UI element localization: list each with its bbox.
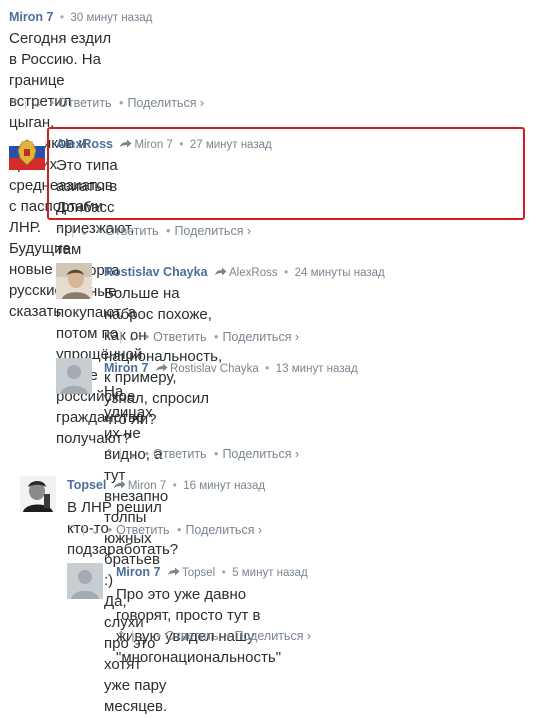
bullet: •	[166, 224, 171, 238]
downvote-icon[interactable]: ⌄	[90, 522, 100, 538]
separator: •	[265, 363, 270, 375]
upvote-icon[interactable]: ⌃	[104, 446, 114, 462]
share-button[interactable]: Поделиться ›	[185, 523, 262, 537]
vote-divider: |	[82, 523, 86, 537]
comment-header: Rostislav Chayka AlexRoss • 24 минуты на…	[104, 264, 385, 281]
reply-button[interactable]: Ответить	[153, 330, 206, 344]
upvote-icon[interactable]: ⌃	[104, 329, 114, 345]
reply-button[interactable]: Ответить	[105, 224, 158, 238]
reply-arrow-icon	[215, 267, 227, 276]
bullet: •	[177, 523, 182, 537]
comment-header: Topsel Miron 7 • 16 минут назад	[67, 477, 265, 494]
author-name[interactable]: Topsel	[67, 478, 106, 492]
default-avatar-icon	[67, 563, 103, 599]
separator: •	[59, 12, 64, 24]
timestamp[interactable]: 24 минуты назад	[295, 267, 385, 279]
separator: •	[221, 567, 226, 579]
downvote-icon[interactable]: ⌄	[32, 95, 42, 111]
bullet: •	[214, 330, 219, 344]
user-photo-icon	[20, 476, 56, 512]
coat-of-arms-icon	[9, 134, 45, 170]
reply-button[interactable]: Ответить	[116, 523, 169, 537]
downvote-icon[interactable]: ⌄	[139, 628, 149, 644]
separator: •	[172, 480, 177, 492]
upvote-icon[interactable]: ⌃	[9, 95, 19, 111]
avatar[interactable]	[67, 563, 103, 599]
default-avatar-icon	[56, 358, 92, 394]
upvote-icon[interactable]: ⌃	[56, 223, 66, 239]
author-name[interactable]: Rostislav Chayka	[104, 265, 208, 279]
reply-to-name[interactable]: Rostislav Chayka	[170, 363, 259, 375]
comment-header: Miron 7 Topsel • 5 минут назад	[116, 564, 308, 581]
timestamp[interactable]: 30 минут назад	[70, 12, 152, 24]
bullet: •	[107, 523, 113, 537]
reply-to-name[interactable]: AlexRoss	[229, 267, 278, 279]
timestamp[interactable]: 16 минут назад	[183, 480, 265, 492]
bullet: •	[144, 447, 150, 461]
vote-divider: |	[131, 629, 135, 643]
comment-header: Miron 7 Rostislav Chayka • 13 минут наза…	[104, 360, 358, 377]
reply-button[interactable]: Ответить	[58, 96, 111, 110]
avatar[interactable]	[20, 476, 56, 512]
comment-footer: ⌃ | ⌄ • Ответить • Поделиться ›	[9, 95, 204, 111]
bullet: •	[119, 96, 124, 110]
comment-body: Про это уже давно говорят, просто тут в …	[116, 584, 281, 668]
timestamp[interactable]: 5 минут назад	[232, 567, 307, 579]
comment-footer: ⌃ | ⌄ • Ответить • Поделиться ›	[104, 446, 299, 462]
vote-divider: |	[71, 224, 75, 238]
avatar[interactable]	[56, 358, 92, 394]
downvote-icon[interactable]: ⌄	[127, 329, 137, 345]
upvote-icon[interactable]: ⌃	[116, 628, 126, 644]
upvote-icon[interactable]: ⌃	[67, 522, 77, 538]
bullet: •	[214, 447, 219, 461]
vote-divider: |	[24, 96, 28, 110]
avatar[interactable]	[9, 134, 45, 170]
bullet: •	[144, 330, 150, 344]
vote-divider: |	[119, 330, 123, 344]
reply-button[interactable]: Ответить	[153, 447, 206, 461]
author-name[interactable]: Miron 7	[104, 361, 148, 375]
author-name[interactable]: Miron 7	[9, 10, 53, 24]
reply-arrow-icon	[167, 567, 180, 576]
bullet: •	[96, 224, 102, 238]
comment-line: "многонациональность"	[116, 649, 282, 666]
user-photo-icon	[56, 263, 92, 299]
author-name[interactable]: Miron 7	[116, 565, 160, 579]
downvote-icon[interactable]: ⌄	[127, 446, 137, 462]
downvote-icon[interactable]: ⌄	[79, 223, 89, 239]
reply-button[interactable]: Ответить	[165, 629, 218, 643]
share-button[interactable]: Поделиться ›	[234, 629, 311, 643]
bullet: •	[156, 629, 162, 643]
highlight-box	[47, 127, 525, 220]
share-button[interactable]: Поделиться ›	[222, 330, 299, 344]
share-button[interactable]: Поделиться ›	[222, 447, 299, 461]
comment-header: Miron 7 • 30 минут назад	[9, 9, 152, 26]
reply-to-name[interactable]: Topsel	[182, 567, 215, 579]
comment-footer: ⌃ | ⌄ • Ответить • Поделиться ›	[104, 329, 299, 345]
share-button[interactable]: Поделиться ›	[127, 96, 204, 110]
reply-arrow-icon	[113, 480, 126, 489]
timestamp[interactable]: 13 минут назад	[276, 363, 358, 375]
vote-divider: |	[119, 447, 123, 461]
comment-footer: ⌃ | ⌄ • Ответить • Поделиться ›	[56, 223, 251, 239]
reply-arrow-icon	[155, 363, 168, 372]
comment-footer: ⌃ | ⌄ • Ответить • Поделиться ›	[67, 522, 262, 538]
share-button[interactable]: Поделиться ›	[174, 224, 251, 238]
bullet: •	[49, 96, 55, 110]
avatar[interactable]	[56, 263, 92, 299]
separator: •	[284, 267, 289, 279]
reply-to-name[interactable]: Miron 7	[128, 480, 166, 492]
comment-footer: ⌃ | ⌄ • Ответить • Поделиться ›	[116, 628, 311, 644]
bullet: •	[226, 629, 231, 643]
